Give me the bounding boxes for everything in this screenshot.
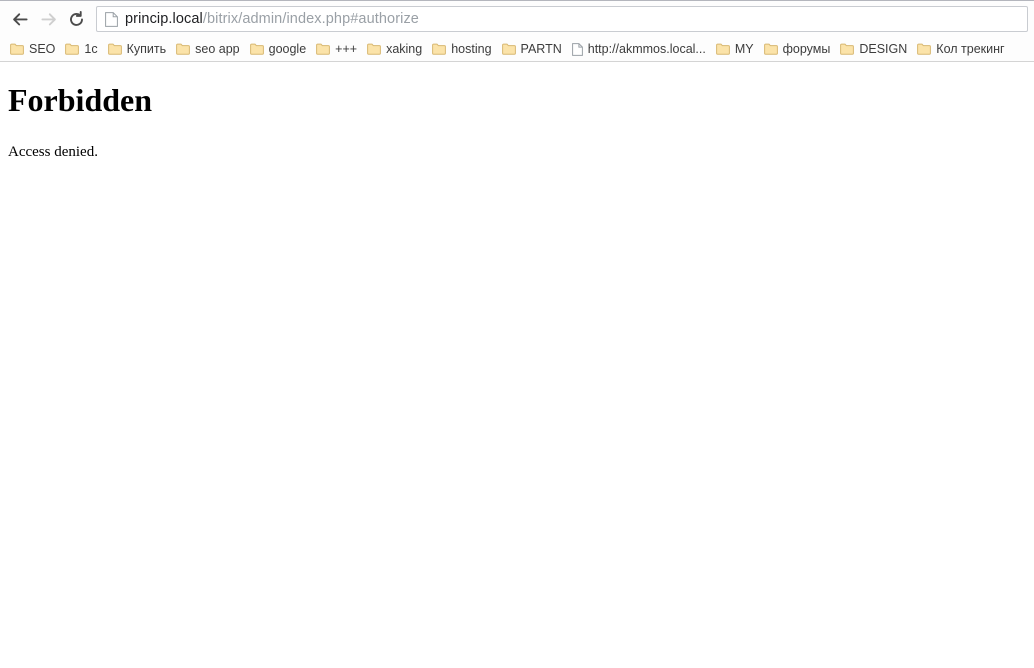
bookmark-label: hosting: [451, 41, 492, 56]
bookmark-item[interactable]: DESIGN: [836, 39, 913, 60]
bookmark-label: xaking: [386, 41, 423, 56]
bookmark-label: 1c: [84, 41, 98, 56]
bookmark-label: DESIGN: [859, 41, 908, 56]
bookmarks-bar: SEO 1c Купить seo app google +++ xaking hosting…: [0, 37, 1034, 62]
page-content: Forbidden Access denied.: [0, 62, 1034, 668]
folder-icon: [763, 43, 778, 55]
bookmark-item[interactable]: +++: [312, 39, 363, 60]
reload-button[interactable]: [62, 5, 90, 33]
bookmark-label: seo app: [195, 41, 240, 56]
bookmark-item[interactable]: seo app: [172, 39, 245, 60]
bookmark-item[interactable]: форумы: [760, 39, 837, 60]
url-host: princip.local: [125, 11, 203, 27]
bookmark-item[interactable]: http://akmmos.local...: [568, 39, 712, 60]
folder-icon: [367, 43, 381, 55]
bookmark-label: Кол трекинг: [936, 41, 1005, 56]
bookmark-label: SEO: [29, 41, 56, 56]
back-button[interactable]: [6, 5, 34, 33]
folder-icon: [432, 43, 447, 55]
bookmark-item[interactable]: PARTN: [498, 39, 568, 60]
bookmark-label: +++: [335, 41, 358, 56]
forward-arrow-icon: [39, 10, 58, 29]
bookmark-item[interactable]: MY: [712, 39, 760, 60]
page-document-icon: [571, 42, 583, 56]
bookmark-label: google: [268, 41, 307, 56]
folder-icon: [176, 43, 191, 55]
folder-icon: [10, 43, 24, 55]
bookmark-label: форумы: [782, 41, 831, 56]
browser-chrome: princip.local/bitrix/admin/index.php#aut…: [0, 0, 1034, 62]
back-arrow-icon: [11, 10, 30, 29]
browser-toolbar: princip.local/bitrix/admin/index.php#aut…: [0, 1, 1034, 37]
folder-icon: [501, 43, 516, 55]
bookmark-item[interactable]: 1c: [61, 39, 103, 60]
folder-icon: [917, 43, 932, 55]
folder-icon: [65, 43, 80, 55]
folder-icon: [840, 43, 855, 55]
page-title: Forbidden: [8, 82, 153, 118]
url-path: /bitrix/admin/index.php#authorize: [202, 11, 419, 27]
error-message-text: Access denied.: [8, 144, 98, 161]
bookmark-item[interactable]: xaking: [363, 39, 428, 60]
bookmark-item[interactable]: hosting: [428, 39, 497, 60]
folder-icon: [715, 43, 730, 55]
forward-button[interactable]: [34, 5, 62, 33]
folder-icon: [107, 43, 122, 55]
bookmark-item[interactable]: SEO: [6, 39, 61, 60]
bookmark-label: MY: [734, 41, 754, 56]
page-document-icon: [105, 11, 118, 27]
bookmark-label: Купить: [126, 41, 167, 56]
reload-icon: [67, 10, 86, 29]
bookmark-label: PARTN: [520, 41, 562, 56]
url-text: princip.local/bitrix/admin/index.php#aut…: [125, 11, 419, 27]
bookmark-item[interactable]: Кол трекинг: [913, 39, 1010, 60]
bookmark-item[interactable]: google: [246, 39, 313, 60]
address-bar[interactable]: princip.local/bitrix/admin/index.php#aut…: [96, 6, 1028, 32]
bookmark-item[interactable]: Купить: [104, 39, 173, 60]
folder-icon: [316, 43, 331, 55]
folder-icon: [249, 43, 264, 55]
bookmark-label: http://akmmos.local...: [587, 41, 706, 56]
